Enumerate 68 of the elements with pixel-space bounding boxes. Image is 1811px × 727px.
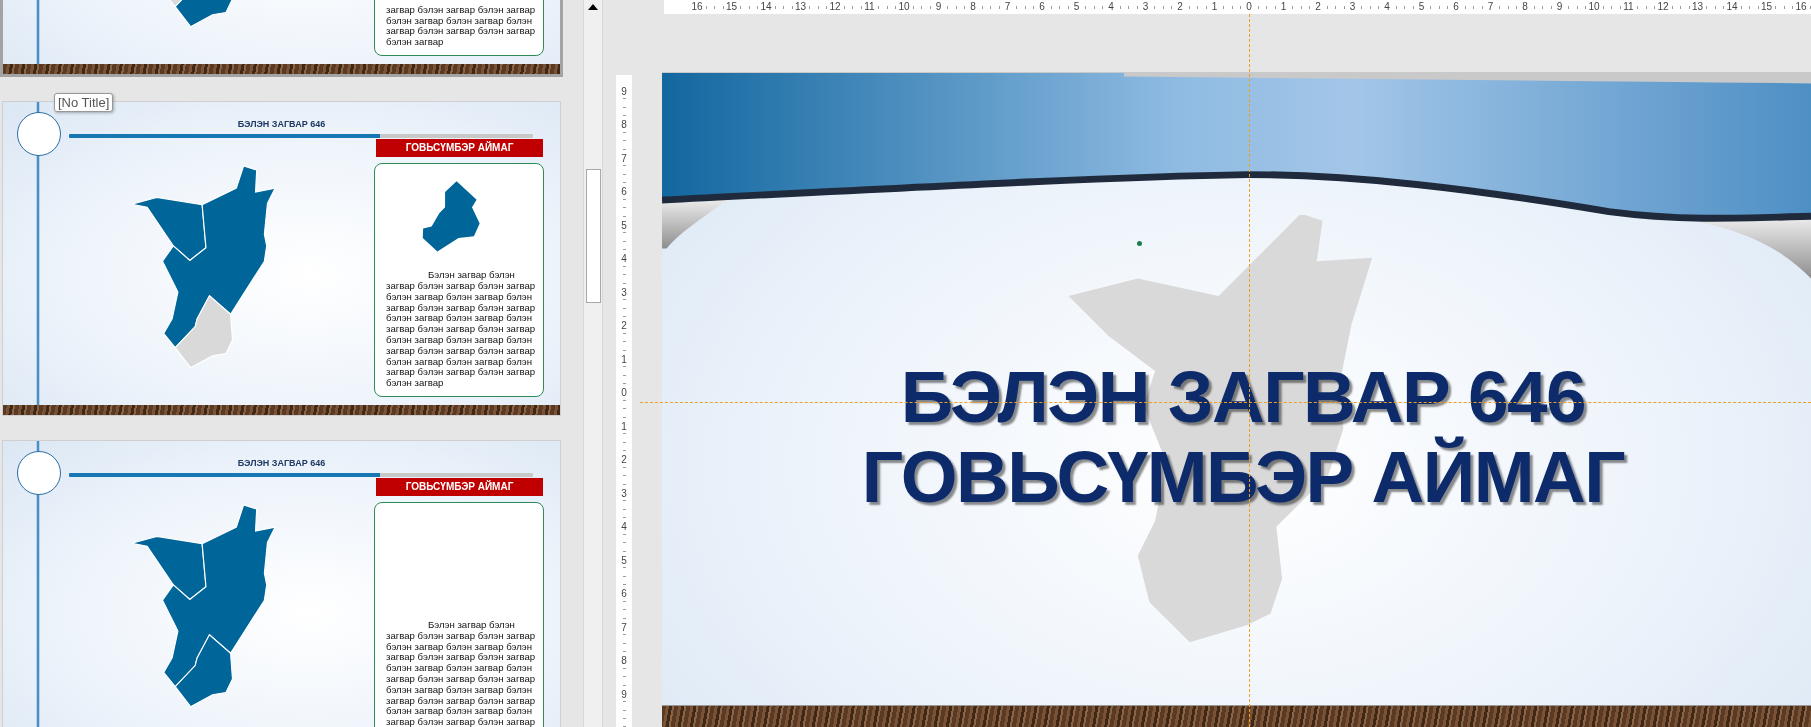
ruler-number: 5: [620, 220, 628, 231]
slide-title: БЭЛЭН ЗАГВАР 646: [899, 359, 1586, 437]
ruler-number: 8: [620, 656, 628, 667]
ruler-number: 7: [620, 153, 628, 164]
ruler-number: 5: [620, 555, 628, 566]
ruler-number: 6: [620, 187, 628, 198]
body-text: Бэлэн загвар бэлэн загвар бэлэн загвар бэлэн загвар бэлэн загвар бэлэн загвар бэлэн загвар бэлэн загвар бэлэн загвар бэлэн загвар бэлэн загвар бэлэн загвар бэлэн загвар бэлэн загвар бэлэн загвар бэлэн загвар бэлэн загвар бэлэн загвар бэлэн загвар бэлэн загвар бэлэн загвар бэлэн загвар бэлэн загвар бэлэн загвар бэлэн загвар: [386, 270, 537, 389]
ruler-number: 11: [863, 2, 876, 12]
ruler-number: 8: [969, 2, 977, 12]
ruler-number: 6: [1038, 2, 1046, 12]
ruler-number: 6: [620, 589, 628, 600]
ruler-number: 1: [1279, 2, 1288, 12]
ruler-number: 10: [897, 2, 911, 12]
ruler-number: 3: [620, 488, 628, 499]
ruler-number: 3: [1348, 2, 1357, 12]
tooltip: [No Title]: [54, 93, 114, 112]
ruler-number: 11: [1622, 2, 1635, 12]
ruler-number: 12: [828, 2, 842, 12]
ruler-number: 7: [1003, 2, 1012, 12]
slide-title: БЭЛЭН ЗАГВАР 646: [236, 458, 327, 468]
ruler-number: 2: [1176, 2, 1184, 12]
ruler-number: 7: [1486, 2, 1495, 12]
slide-thumbnail[interactable]: загвар бэлэн загвар бэлэн загвар бэлэн загвар бэлэн загвар бэлэн загвар бэлэн загвар бэлэн загвар бэлэн загвар: [0, 0, 563, 77]
ruler-number: 9: [620, 86, 628, 97]
ruler-number: 2: [620, 455, 628, 466]
ruler-number: 10: [1587, 2, 1601, 12]
slide-title: БЭЛЭН ЗАГВАР 646: [236, 119, 327, 129]
up-arrow-icon: [588, 4, 598, 10]
ruler-number: 14: [1725, 2, 1739, 12]
ruler-number: 15: [724, 2, 739, 12]
ruler-number: 5: [1072, 2, 1081, 12]
ruler-number: 13: [1690, 2, 1705, 12]
region-header: ГОВЬСҮМБЭР АЙМАГ: [376, 139, 543, 157]
ruler-number: 9: [1555, 2, 1564, 12]
ruler-number: 8: [620, 120, 628, 131]
ruler-number: 15: [1759, 2, 1774, 12]
body-text: Бэлэн загвар бэлэн загвар бэлэн загвар бэлэн загвар бэлэн загвар бэлэн загвар бэлэн загвар бэлэн загвар бэлэн загвар бэлэн загвар бэлэн загвар бэлэн загвар бэлэн загвар бэлэн загвар бэлэн загвар бэлэн загвар бэлэн загвар бэлэн загвар бэлэн загвар бэлэн загвар бэлэн загвар бэлэн загвар бэлэн загвар бэлэн загвар: [386, 620, 537, 727]
ruler-number: 1: [620, 421, 628, 432]
ruler-number: 16: [1794, 2, 1808, 12]
ruler-number: 4: [620, 254, 628, 265]
ruler-number: 9: [934, 2, 943, 12]
ruler-number: 5: [1417, 2, 1426, 12]
region-header: ГОВЬСҮМБЭР АЙМАГ: [376, 478, 543, 496]
ruler-number: 1: [1210, 2, 1219, 12]
ruler-number: 16: [690, 2, 704, 12]
ruler-number: 4: [620, 522, 628, 533]
ruler-number: 4: [1107, 2, 1115, 12]
ruler-number: 2: [620, 321, 628, 332]
ruler-number: 14: [759, 2, 773, 12]
scrollbar-thumb[interactable]: [585, 169, 601, 303]
ruler-number: 1: [620, 354, 628, 365]
ruler-number: 4: [1383, 2, 1391, 12]
ruler-number: 7: [620, 622, 628, 633]
ruler-number: 2: [1314, 2, 1322, 12]
ruler-number: 3: [1141, 2, 1150, 12]
ruler-number: 9: [620, 689, 628, 700]
circle-shape: [17, 112, 61, 156]
ruler-number: 6: [1452, 2, 1460, 12]
ruler-number: 8: [1521, 2, 1529, 12]
ruler-number: 0: [1245, 2, 1253, 12]
selection-dot: [1137, 241, 1142, 246]
ruler-number: 3: [620, 287, 628, 298]
slide-thumbnail[interactable]: [2, 440, 561, 727]
ruler-number: 12: [1656, 2, 1670, 12]
circle-shape: [17, 451, 61, 495]
body-text: загвар бэлэн загвар бэлэн загвар бэлэн загвар бэлэн загвар бэлэн загвар бэлэн загвар бэлэн загвар бэлэн загвар: [386, 4, 537, 48]
ruler-number: 13: [793, 2, 808, 12]
ruler-number: 0: [620, 388, 628, 399]
